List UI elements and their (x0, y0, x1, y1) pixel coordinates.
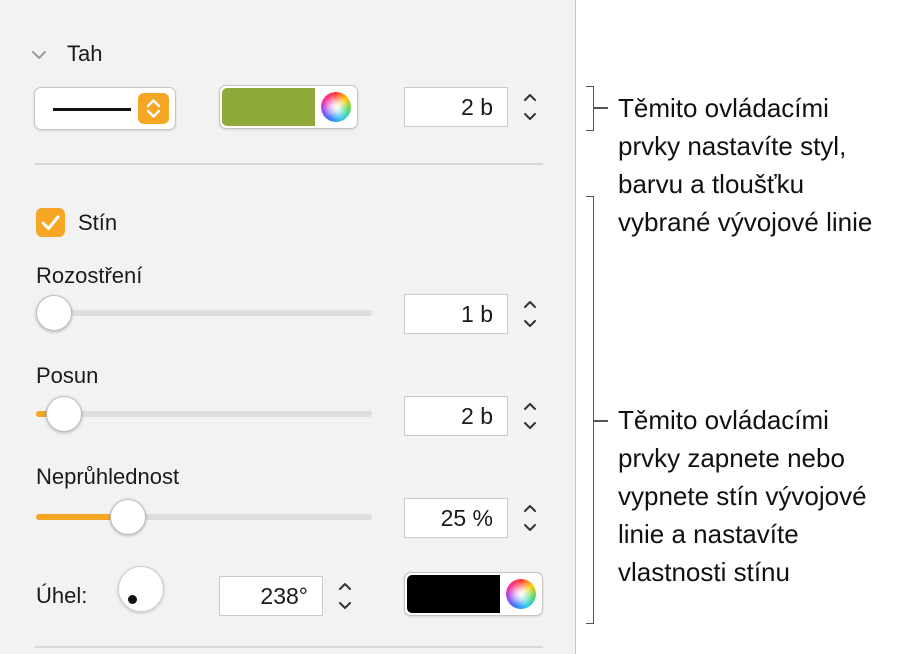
line-style-popup[interactable] (34, 87, 176, 130)
annotation-line: prvky zapnete nebo (618, 443, 845, 473)
stepper-up-icon[interactable] (517, 396, 543, 416)
stroke-disclosure-icon[interactable] (29, 45, 49, 65)
angle-stepper[interactable] (332, 574, 358, 618)
section-divider (35, 163, 543, 165)
stroke-width-stepper[interactable] (517, 85, 543, 129)
annotation-line: linie a nastavíte (618, 519, 799, 549)
blur-label: Rozostření (36, 263, 143, 288)
line-style-preview (53, 108, 131, 111)
annotation-line: vlastnosti stínu (618, 557, 790, 587)
stepper-up-icon[interactable] (517, 498, 543, 518)
offset-slider-knob[interactable] (46, 396, 82, 432)
shadow-section-title: Stín (78, 210, 118, 235)
angle-dial[interactable] (118, 566, 164, 612)
annotation-shadow: Těmito ovládacími prvky zapnete nebo vyp… (618, 401, 910, 591)
angle-label: Úhel: (36, 583, 88, 608)
stroke-color-well[interactable] (219, 85, 358, 129)
callout-tick-bottom (594, 420, 608, 422)
stroke-section-title: Tah (67, 41, 103, 66)
callout-tick-top (594, 107, 608, 109)
offset-slider-track[interactable] (36, 411, 372, 417)
blur-value-field[interactable]: 1 b (404, 294, 508, 334)
stepper-down-icon[interactable] (517, 107, 543, 127)
offset-label: Posun (36, 363, 99, 388)
checkmark-icon (41, 215, 60, 230)
up-down-arrows-icon (138, 93, 169, 124)
color-wheel-icon[interactable] (506, 579, 536, 609)
offset-stepper[interactable] (517, 394, 543, 438)
angle-dial-indicator (128, 595, 137, 604)
opacity-slider-track[interactable] (36, 514, 372, 520)
annotation-line: vypnete stín vývojové (618, 481, 867, 511)
annotation-line: prvky nastavíte styl, (618, 131, 847, 161)
stroke-color-swatch (222, 88, 315, 126)
color-wheel-icon[interactable] (321, 92, 351, 122)
shadow-color-swatch (407, 575, 500, 613)
blur-slider-track[interactable] (36, 310, 372, 316)
shadow-checkbox[interactable] (36, 208, 65, 237)
opacity-stepper[interactable] (517, 496, 543, 540)
stroke-width-field[interactable]: 2 b (404, 87, 508, 127)
annotation-line: vybrané vývojové linie (618, 207, 873, 237)
blur-stepper[interactable] (517, 292, 543, 336)
callout-bracket-bottom (586, 196, 594, 624)
offset-value-field[interactable]: 2 b (404, 396, 508, 436)
section-divider (35, 646, 543, 648)
stepper-down-icon[interactable] (332, 596, 358, 616)
format-sidebar: Tah 2 b Stín Rozostření 1 b Posun 2 b Ne… (0, 0, 576, 654)
opacity-slider-knob[interactable] (110, 499, 146, 535)
opacity-label: Neprůhlednost (36, 464, 180, 489)
shadow-color-well[interactable] (404, 572, 543, 616)
stepper-down-icon[interactable] (517, 416, 543, 436)
stepper-up-icon[interactable] (332, 576, 358, 596)
stepper-down-icon[interactable] (517, 518, 543, 538)
callout-bracket-top (586, 86, 594, 131)
stepper-down-icon[interactable] (517, 314, 543, 334)
annotation-line: Těmito ovládacími (618, 405, 829, 435)
stepper-up-icon[interactable] (517, 294, 543, 314)
annotation-line: Těmito ovládacími (618, 93, 829, 123)
stepper-up-icon[interactable] (517, 87, 543, 107)
angle-value-field[interactable]: 238° (219, 576, 323, 616)
opacity-value-field[interactable]: 25 % (404, 498, 508, 538)
annotation-stroke: Těmito ovládacími prvky nastavíte styl, … (618, 89, 910, 241)
annotation-line: barvu a tloušťku (618, 169, 805, 199)
blur-slider-knob[interactable] (36, 295, 72, 331)
